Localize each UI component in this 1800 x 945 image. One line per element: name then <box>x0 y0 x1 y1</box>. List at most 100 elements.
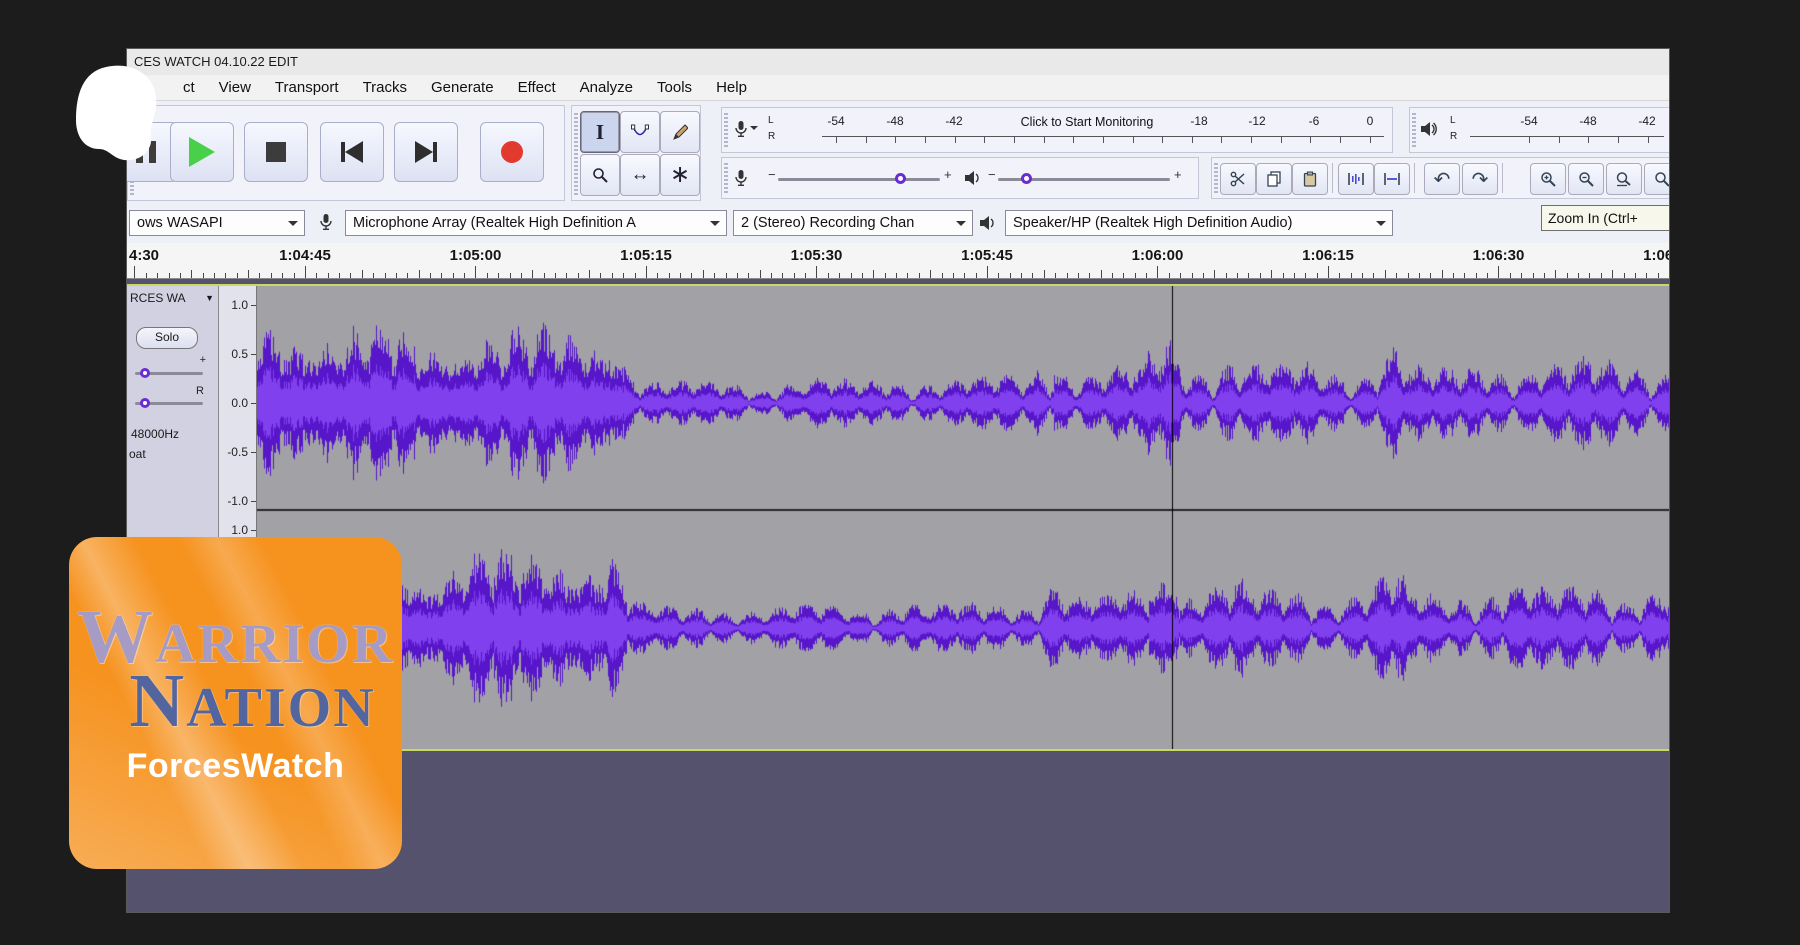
recording-channels-select[interactable]: 2 (Stereo) Recording Chan <box>733 210 973 236</box>
timeline-tick <box>1123 273 1124 278</box>
timeline-tick <box>930 270 931 278</box>
white-blob-overlay <box>74 64 168 164</box>
timeline-tick <box>998 273 999 278</box>
device-toolbar: ows WASAPI Microphone Array (Realtek Hig… <box>127 203 1669 244</box>
menu-item-tracks[interactable]: Tracks <box>363 79 407 96</box>
timeline-tick <box>1339 273 1340 278</box>
timeline-tick <box>1260 273 1261 278</box>
timeline-tick <box>1385 270 1386 278</box>
monitoring-prompt[interactable]: Click to Start Monitoring <box>1021 115 1154 129</box>
multi-tool-button[interactable]: ∗ <box>660 154 700 196</box>
skip-to-end-button[interactable] <box>394 122 458 182</box>
recording-device-select[interactable]: Microphone Array (Realtek High Definitio… <box>345 210 727 236</box>
recording-level-thumb[interactable] <box>895 173 906 184</box>
timeline-tick <box>407 273 408 278</box>
draw-tool-button[interactable] <box>660 111 700 153</box>
meter-channel-right-label: R <box>768 132 775 142</box>
menu-item-ct[interactable]: ct <box>183 79 195 96</box>
waveform-canvas[interactable] <box>257 286 1670 749</box>
audio-host-select[interactable]: ows WASAPI <box>129 210 305 236</box>
timeline-tick <box>475 266 476 278</box>
time-shift-tool-button[interactable]: ↔ <box>620 154 660 196</box>
recording-level-slider[interactable] <box>778 178 940 181</box>
zoom-fit-button[interactable] <box>1644 163 1670 195</box>
silence-audio-button[interactable] <box>1374 163 1410 195</box>
timeline-tick <box>1408 273 1409 278</box>
skip-to-start-button[interactable] <box>320 122 384 182</box>
amplitude-scale-label: 1.0 <box>231 298 248 312</box>
zoom-out-button[interactable] <box>1568 163 1604 195</box>
playback-level-thumb[interactable] <box>1021 173 1032 184</box>
timeline-tick <box>1180 273 1181 278</box>
menu-item-view[interactable]: View <box>219 79 251 96</box>
meter-tick <box>984 136 985 143</box>
recording-device-value: Microphone Array (Realtek High Definitio… <box>353 215 636 231</box>
amplitude-scale-tick <box>251 501 256 502</box>
toolbar-grip[interactable] <box>724 163 728 193</box>
zoom-selection-button[interactable] <box>1606 163 1642 195</box>
meter-tick <box>1648 136 1649 143</box>
timeline-tick <box>282 273 283 278</box>
timeline-tick <box>1078 273 1079 278</box>
timeline-tick <box>328 273 329 278</box>
toolbar-grip[interactable] <box>574 111 578 195</box>
playback-meter-toolbar[interactable]: L R -54-48-42 <box>1409 107 1670 153</box>
pan-thumb[interactable] <box>140 398 150 408</box>
envelope-tool-button[interactable] <box>620 111 660 153</box>
meter-tick <box>1103 136 1104 143</box>
record-button[interactable] <box>480 122 544 182</box>
menu-item-analyze[interactable]: Analyze <box>580 79 633 96</box>
timeline-tick <box>885 273 886 278</box>
timeline-tick <box>1658 273 1659 278</box>
zoom-tool-button[interactable] <box>580 154 620 196</box>
timeline-tick <box>1192 273 1193 278</box>
copy-button[interactable] <box>1256 163 1292 195</box>
menu-item-generate[interactable]: Generate <box>431 79 494 96</box>
timeline-tick <box>851 273 852 278</box>
meter-tick <box>895 136 896 143</box>
forceswatch-logo: WARRIOR NATION ForcesWatch <box>69 537 402 869</box>
stop-button[interactable] <box>244 122 308 182</box>
cut-button[interactable] <box>1220 163 1256 195</box>
timeline-tick <box>1226 273 1227 278</box>
redo-button[interactable]: ↷ <box>1462 163 1498 195</box>
timeline-tick <box>1533 273 1534 278</box>
toolbar-grip[interactable] <box>724 113 728 147</box>
timeline-tick <box>566 273 567 278</box>
undo-button[interactable]: ↶ <box>1424 163 1460 195</box>
window-title: CES WATCH 04.10.22 EDIT <box>127 49 1669 75</box>
playback-device-select[interactable]: Speaker/HP (Realtek High Definition Audi… <box>1005 210 1393 236</box>
recording-meter-toolbar[interactable]: L R Click to Start Monitoring -54-48-42-… <box>721 107 1393 153</box>
timeline-ruler[interactable]: 4:30 1:04:451:05:001:05:151:05:301:05:45… <box>127 243 1669 279</box>
audio-host-value: ows WASAPI <box>137 215 223 231</box>
trim-audio-button[interactable] <box>1338 163 1374 195</box>
timeline-start-label: 4:30 <box>129 247 159 264</box>
menu-item-tools[interactable]: Tools <box>657 79 692 96</box>
toolbar-grip[interactable] <box>1214 163 1218 193</box>
timeline-tick <box>305 266 306 278</box>
timeline-tick <box>1351 273 1352 278</box>
timeline-tick <box>1635 273 1636 278</box>
timeline-tick <box>1283 273 1284 278</box>
menu-item-effect[interactable]: Effect <box>518 79 556 96</box>
timeline-tick <box>1214 270 1215 278</box>
track-name[interactable]: RCES WA ▼ <box>130 291 216 305</box>
timeline-tick <box>1305 273 1306 278</box>
selection-tool-button[interactable]: I <box>580 111 620 153</box>
meter-tick <box>836 136 837 143</box>
logo-forceswatch-text: ForcesWatch <box>69 747 402 786</box>
timeline-tick <box>441 273 442 278</box>
paste-button[interactable] <box>1292 163 1328 195</box>
chevron-down-icon <box>288 221 298 231</box>
chevron-down-icon[interactable] <box>750 126 758 134</box>
menu-item-transport[interactable]: Transport <box>275 79 339 96</box>
gain-thumb[interactable] <box>140 368 150 378</box>
toolbar-grip[interactable] <box>1412 113 1416 147</box>
menu-item-help[interactable]: Help <box>716 79 747 96</box>
timeline-tick <box>1021 273 1022 278</box>
zoom-in-button[interactable] <box>1530 163 1566 195</box>
solo-button[interactable]: Solo <box>136 327 198 349</box>
play-button[interactable] <box>170 122 234 182</box>
trim-audio-icon <box>1347 171 1365 187</box>
skip-to-end-icon <box>415 141 437 163</box>
